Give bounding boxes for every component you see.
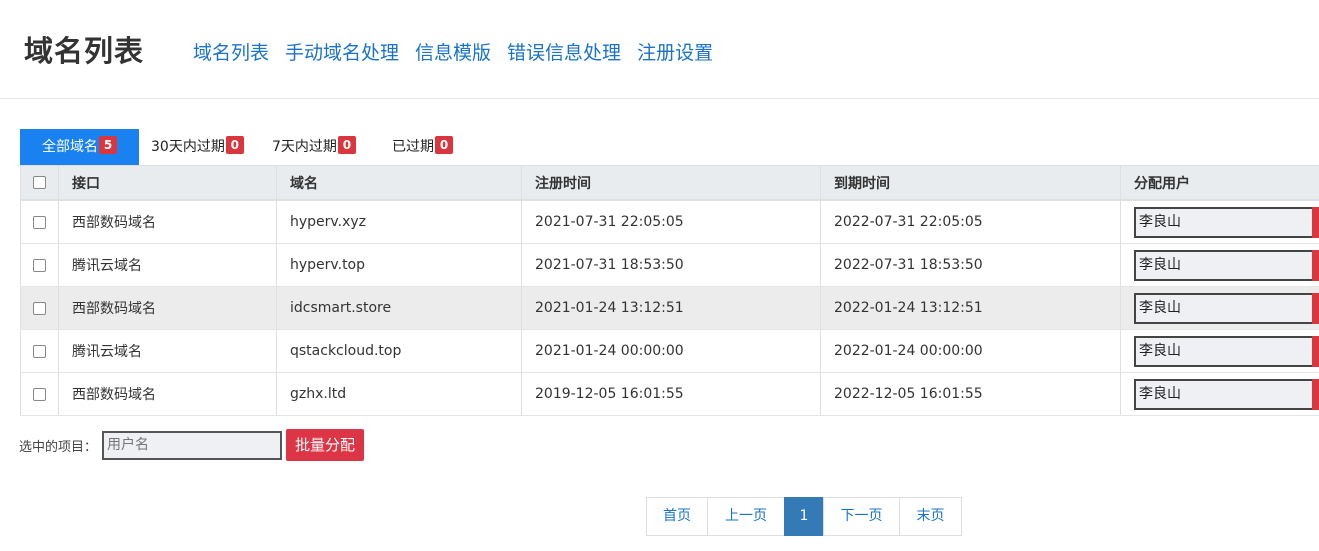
nav-error-info[interactable]: 错误信息处理 (507, 38, 621, 65)
registered-cell: 2021-01-24 00:00:00 (521, 330, 820, 372)
table-header-row: 接口 域名 注册时间 到期时间 分配用户 (20, 166, 1319, 201)
row-select-cell (20, 373, 58, 415)
domain-table: 接口 域名 注册时间 到期时间 分配用户 西部数码域名 hyperv.xyz 2… (20, 165, 1319, 416)
prev-page-button[interactable]: 上一页 (707, 497, 785, 536)
user-assign-select[interactable]: 李良山 (1134, 378, 1319, 410)
user-select-value: 李良山 (1139, 299, 1181, 316)
user-select-value: 李良山 (1139, 256, 1181, 273)
pagination: 首页 上一页 1 下一页 末页 (646, 497, 962, 536)
user-select-value: 李良山 (1139, 213, 1181, 230)
table-row: 腾讯云域名 hyperv.top 2021-07-31 18:53:50 202… (20, 244, 1319, 287)
page-title: 域名列表 (24, 34, 145, 68)
table-row: 西部数码域名 gzhx.ltd 2019-12-05 16:01:55 2022… (20, 373, 1319, 416)
interface-cell: 西部数码域名 (58, 201, 276, 243)
domain-cell: hyperv.xyz (276, 201, 521, 243)
domain-cell: qstackcloud.top (276, 330, 521, 372)
row-checkbox[interactable] (33, 344, 46, 358)
nav-domain-list[interactable]: 域名列表 (193, 38, 269, 65)
first-page-button[interactable]: 首页 (646, 497, 708, 536)
tab-label: 30天内过期 (151, 139, 225, 155)
user-select-value: 李良山 (1139, 385, 1181, 402)
page-header: 域名列表 域名列表 手动域名处理 信息模版 错误信息处理 注册设置 (0, 0, 1319, 99)
assign-button-stub[interactable] (1312, 335, 1319, 367)
count-badge: 5 (99, 136, 117, 154)
user-select-value: 李良山 (1139, 342, 1181, 359)
domain-cell: idcsmart.store (276, 287, 521, 329)
registered-cell: 2021-07-31 22:05:05 (521, 201, 820, 243)
select-all-cell (20, 166, 58, 199)
interface-cell: 腾讯云域名 (58, 244, 276, 286)
count-badge: 0 (225, 136, 244, 154)
user-assign-select[interactable]: 李良山 (1134, 292, 1319, 324)
tab-label: 7天内过期 (272, 139, 337, 155)
domain-cell: hyperv.top (276, 244, 521, 286)
domain-cell: gzhx.ltd (276, 373, 521, 415)
user-cell: 李良山 (1120, 201, 1319, 243)
column-header-registered[interactable]: 注册时间 (521, 166, 820, 199)
interface-cell: 西部数码域名 (58, 373, 276, 415)
tab-label: 已过期 (392, 139, 434, 155)
user-assign-select[interactable]: 李良山 (1134, 249, 1319, 281)
expires-cell: 2022-01-24 00:00:00 (820, 330, 1120, 372)
table-row: 西部数码域名 idcsmart.store 2021-01-24 13:12:5… (20, 287, 1319, 330)
interface-cell: 腾讯云域名 (58, 330, 276, 372)
user-cell: 李良山 (1120, 287, 1319, 329)
assign-button-stub[interactable] (1312, 249, 1319, 281)
nav-register-settings[interactable]: 注册设置 (637, 38, 713, 65)
next-page-button[interactable]: 下一页 (823, 497, 900, 536)
user-cell: 李良山 (1120, 373, 1319, 415)
expires-cell: 2022-07-31 18:53:50 (820, 244, 1120, 286)
row-checkbox[interactable] (33, 387, 46, 401)
top-nav: 域名列表 手动域名处理 信息模版 错误信息处理 注册设置 (193, 38, 729, 65)
bulk-assign-bar: 选中的项目： 批量分配 (19, 429, 365, 461)
registered-cell: 2021-07-31 18:53:50 (521, 244, 820, 286)
row-select-cell (20, 287, 58, 329)
registered-cell: 2019-12-05 16:01:55 (521, 373, 820, 415)
row-checkbox[interactable] (33, 215, 46, 229)
tab-all-domains[interactable]: 全部域名 5 (20, 129, 139, 165)
user-cell: 李良山 (1120, 330, 1319, 372)
expires-cell: 2022-01-24 13:12:51 (820, 287, 1120, 329)
column-header-interface[interactable]: 接口 (58, 166, 276, 199)
column-header-expires[interactable]: 到期时间 (820, 166, 1120, 199)
registered-cell: 2021-01-24 13:12:51 (521, 287, 820, 329)
select-all-checkbox[interactable] (33, 176, 46, 189)
user-assign-select[interactable]: 李良山 (1134, 206, 1319, 238)
assign-button-stub[interactable] (1312, 292, 1319, 324)
interface-cell: 西部数码域名 (58, 287, 276, 329)
expires-cell: 2022-12-05 16:01:55 (820, 373, 1120, 415)
count-badge: 0 (337, 136, 356, 154)
user-assign-select[interactable]: 李良山 (1134, 335, 1319, 367)
filter-tabs: 全部域名 5 30天内过期 0 7天内过期 0 已过期 0 (20, 129, 465, 165)
table-row: 西部数码域名 hyperv.xyz 2021-07-31 22:05:05 20… (20, 201, 1319, 244)
expires-cell: 2022-07-31 22:05:05 (820, 201, 1120, 243)
assign-button-stub[interactable] (1312, 378, 1319, 410)
nav-manual-domain[interactable]: 手动域名处理 (285, 38, 399, 65)
row-checkbox[interactable] (33, 258, 46, 272)
row-checkbox[interactable] (33, 301, 46, 315)
last-page-button[interactable]: 末页 (899, 497, 962, 536)
assign-button-stub[interactable] (1312, 206, 1319, 238)
nav-message-template[interactable]: 信息模版 (415, 38, 491, 65)
column-header-domain[interactable]: 域名 (276, 166, 521, 199)
user-cell: 李良山 (1120, 244, 1319, 286)
count-badge: 0 (435, 136, 453, 154)
bulk-assign-button[interactable]: 批量分配 (286, 429, 365, 461)
tab-expired[interactable]: 已过期 0 (387, 129, 465, 165)
row-select-cell (20, 330, 58, 372)
tab-label: 全部域名 (42, 139, 98, 155)
current-page-button[interactable]: 1 (784, 497, 824, 536)
bulk-username-input[interactable] (102, 430, 283, 460)
column-header-user[interactable]: 分配用户 (1120, 166, 1319, 199)
row-select-cell (20, 201, 58, 243)
selected-items-label: 选中的项目： (19, 439, 98, 455)
row-select-cell (20, 244, 58, 286)
tab-expire-7-days[interactable]: 7天内过期 0 (259, 129, 387, 165)
tab-expire-30-days[interactable]: 30天内过期 0 (139, 129, 259, 165)
table-row: 腾讯云域名 qstackcloud.top 2021-01-24 00:00:0… (20, 330, 1319, 373)
